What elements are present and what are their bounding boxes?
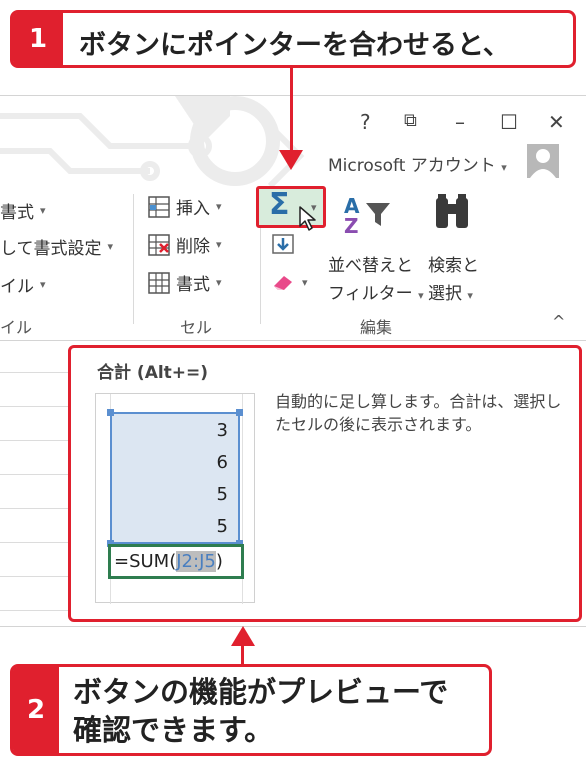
find-select-label-line1: 検索と xyxy=(428,256,479,276)
delete-cells-icon xyxy=(148,233,170,256)
format-cells-icon xyxy=(148,271,170,294)
arrow-line xyxy=(241,644,244,666)
cell-value: 6 xyxy=(216,452,228,473)
callout-text-line1: ボタンの機能がプレビューで xyxy=(73,675,449,709)
ribbon-item-label: イル xyxy=(0,277,34,297)
step-number-badge: 2 xyxy=(13,667,59,753)
insert-label: 挿入 xyxy=(176,199,210,219)
chevron-down-icon: ▾ xyxy=(40,278,46,291)
selected-range: 3 6 5 5 xyxy=(107,409,243,547)
delete-button[interactable]: 削除 ▾ xyxy=(148,232,222,257)
chevron-down-icon: ▾ xyxy=(216,276,222,289)
table-style-menu[interactable]: イル ▾ xyxy=(0,272,46,297)
group-separator xyxy=(133,194,134,324)
grid-line xyxy=(0,440,70,441)
formula-prefix: =SUM( xyxy=(114,551,177,572)
binoculars-icon xyxy=(436,194,468,228)
title-bar: ? ⧉ – ☐ ✕ Microsoft アカウント ▾ xyxy=(0,96,586,186)
grid-line xyxy=(0,576,70,577)
fill-button[interactable] xyxy=(272,234,294,258)
fill-down-icon xyxy=(272,234,294,254)
format-label: 書式 xyxy=(176,275,210,295)
chevron-down-icon: ▾ xyxy=(467,289,473,302)
user-silhouette-icon xyxy=(530,149,556,178)
cell-value: 3 xyxy=(216,420,228,441)
account-menu[interactable]: Microsoft アカウント ▾ xyxy=(328,151,507,176)
tooltip-description: 自動的に足し算します。合計は、選択したセルの後に表示されます。 xyxy=(275,392,562,434)
eraser-icon xyxy=(274,276,292,290)
collapse-ribbon-icon[interactable]: ^ xyxy=(552,312,565,331)
arrow-line xyxy=(290,66,293,154)
sort-filter-label-line2: フィルター xyxy=(328,284,413,304)
grid-line xyxy=(0,508,70,509)
grid-line xyxy=(0,474,70,475)
formula-range-ref: J2:J5 xyxy=(176,551,216,572)
find-select-label-line2: 選択 xyxy=(428,284,462,304)
chevron-down-icon: ▾ xyxy=(107,240,114,253)
chevron-down-icon: ▾ xyxy=(40,204,46,217)
ribbon-item-label: して書式設定 xyxy=(0,239,102,259)
chevron-down-icon: ▾ xyxy=(216,238,222,251)
formula-suffix: ) xyxy=(215,551,223,572)
grid-line xyxy=(0,542,70,543)
callout-text: ボタンの機能がプレビューで 確認できます。 xyxy=(73,673,448,749)
insert-cells-icon xyxy=(148,195,170,218)
callout-step-1: 1 ボタンにポインターを合わせると、 xyxy=(10,10,576,68)
insert-button[interactable]: 挿入 ▾ xyxy=(148,194,222,219)
minimize-button[interactable]: – xyxy=(455,110,465,134)
chevron-down-icon: ▾ xyxy=(302,275,308,289)
avatar[interactable] xyxy=(527,144,559,178)
arrow-up-icon xyxy=(231,626,255,646)
step-number-badge: 1 xyxy=(13,13,63,65)
formula-cell: =SUM(J2:J5) xyxy=(108,544,244,579)
account-label: Microsoft アカウント xyxy=(328,156,496,176)
ribbon: 書式 ▾ して書式設定 ▾ イル ▾ イル 挿入 ▾ 削除 ▾ 書式 ▾ セル xyxy=(0,186,586,341)
grid-line xyxy=(0,406,70,407)
delete-label: 削除 xyxy=(176,237,210,257)
autosum-tooltip: 合計 (Alt+=) 3 6 5 5 =SUM(J2:J5) 自動的に足し算しま… xyxy=(68,345,582,622)
maximize-button[interactable]: ☐ xyxy=(500,110,518,134)
grid-line xyxy=(0,372,70,373)
group-label-styles: イル xyxy=(0,318,33,337)
mouse-pointer-icon xyxy=(299,206,316,231)
callout-text-line2: 確認できます。 xyxy=(73,713,274,747)
format-button[interactable]: 書式 ▾ xyxy=(148,270,222,295)
chevron-down-icon: ▾ xyxy=(501,161,507,174)
ribbon-display-options-icon[interactable]: ⧉ xyxy=(404,110,417,131)
clear-button[interactable]: ▾ xyxy=(272,272,308,292)
filter-funnel-icon xyxy=(366,203,390,226)
selection-handle xyxy=(107,409,114,416)
sort-filter-button[interactable]: 並べ替えと フィルター ▾ xyxy=(328,252,424,310)
callout-step-2: 2 ボタンの機能がプレビューで 確認できます。 xyxy=(10,664,492,756)
arrow-down-icon xyxy=(279,150,303,170)
help-icon[interactable]: ? xyxy=(360,110,371,134)
cell-styles-menu[interactable]: 書式 ▾ xyxy=(0,198,46,223)
tooltip-title: 合計 (Alt+=) xyxy=(97,363,209,383)
group-label-editing: 編集 xyxy=(360,318,393,337)
sigma-icon: Σ xyxy=(269,187,290,222)
chevron-down-icon: ▾ xyxy=(216,200,222,213)
tooltip-preview-image: 3 6 5 5 =SUM(J2:J5) xyxy=(95,393,255,604)
cell-value: 5 xyxy=(216,516,228,537)
chevron-down-icon: ▾ xyxy=(418,289,424,302)
group-label-cells: セル xyxy=(180,318,213,337)
cell-value: 5 xyxy=(216,484,228,505)
callout-text: ボタンにポインターを合わせると、 xyxy=(79,30,510,61)
ribbon-item-label: 書式 xyxy=(0,203,34,223)
conditional-format-menu[interactable]: して書式設定 ▾ xyxy=(0,234,113,259)
selection-handle xyxy=(236,409,243,416)
find-select-button[interactable]: 検索と 選択 ▾ xyxy=(428,252,479,310)
grid-line xyxy=(0,610,70,611)
sort-filter-label-line1: 並べ替えと xyxy=(328,256,413,276)
close-button[interactable]: ✕ xyxy=(548,110,565,134)
